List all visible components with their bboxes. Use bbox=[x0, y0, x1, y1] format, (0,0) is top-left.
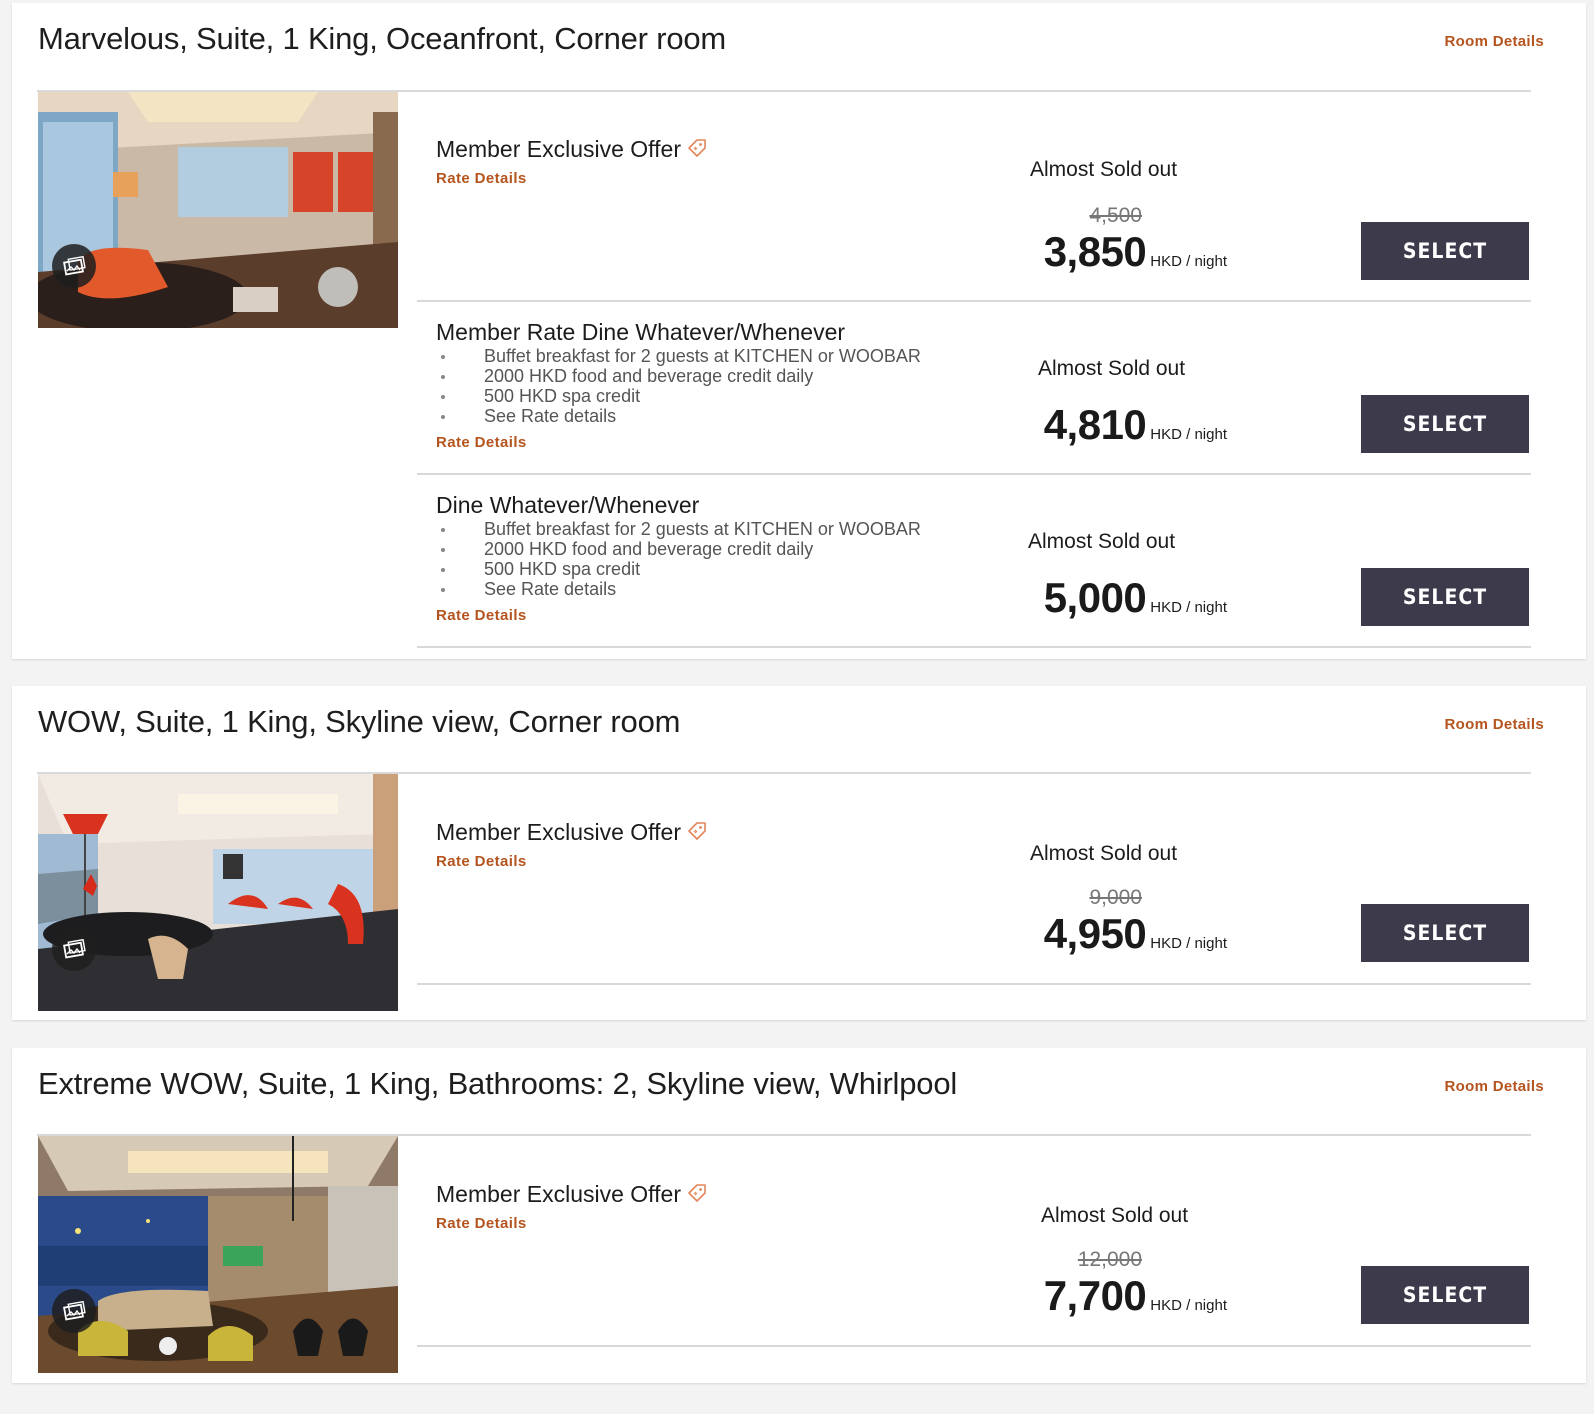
inclusion-item: See Rate details bbox=[436, 406, 921, 426]
tag-icon bbox=[685, 137, 709, 167]
price: 4,950 bbox=[1043, 910, 1147, 957]
room-details-link[interactable]: Room Details bbox=[1445, 1078, 1544, 1095]
price-row: 5,000 HKD / night bbox=[1022, 574, 1227, 622]
rate-name: Member Exclusive Offer bbox=[436, 1181, 709, 1212]
inclusion-item: See Rate details bbox=[436, 579, 921, 599]
rate-name: Dine Whatever/Whenever bbox=[436, 492, 700, 518]
gallery-button[interactable] bbox=[52, 1289, 96, 1333]
divider bbox=[417, 983, 1531, 985]
room-photo-image bbox=[38, 774, 398, 1011]
rate-name: Member Rate Dine Whatever/Whenever bbox=[436, 319, 846, 345]
select-button[interactable]: SELECT bbox=[1361, 395, 1529, 453]
select-button[interactable]: SELECT bbox=[1361, 568, 1529, 626]
rate-name: Member Exclusive Offer bbox=[436, 819, 709, 850]
price: 5,000 bbox=[1043, 574, 1147, 621]
inclusion-item: 2000 HKD food and beverage credit daily bbox=[436, 539, 921, 559]
room-card-extreme-wow: Extreme WOW, Suite, 1 King, Bathrooms: 2… bbox=[12, 1048, 1586, 1383]
divider bbox=[417, 473, 1531, 475]
select-button[interactable]: SELECT bbox=[1361, 1266, 1529, 1324]
price-unit: HKD / night bbox=[1150, 1297, 1227, 1314]
select-button[interactable]: SELECT bbox=[1361, 904, 1529, 962]
inclusion-item: Buffet breakfast for 2 guests at KITCHEN… bbox=[436, 346, 921, 366]
original-price: 12,000 bbox=[1077, 1248, 1142, 1271]
price-row: 4,810 HKD / night bbox=[1022, 401, 1227, 449]
divider bbox=[417, 300, 1531, 302]
price-unit: HKD / night bbox=[1150, 253, 1227, 270]
rate-details-link[interactable]: Rate Details bbox=[436, 170, 527, 187]
inclusions-list: Buffet breakfast for 2 guests at KITCHEN… bbox=[436, 346, 921, 426]
price: 3,850 bbox=[1043, 228, 1147, 275]
rate-details-link[interactable]: Rate Details bbox=[436, 853, 527, 870]
room-title: WOW, Suite, 1 King, Skyline view, Corner… bbox=[38, 704, 681, 739]
tag-icon bbox=[685, 820, 709, 850]
original-price: 9,000 bbox=[1089, 886, 1142, 909]
price-row: 4,950 HKD / night bbox=[1022, 910, 1227, 958]
rate-details-link[interactable]: Rate Details bbox=[436, 1215, 527, 1232]
room-photo-image bbox=[38, 92, 398, 328]
room-photo[interactable] bbox=[38, 774, 398, 1011]
rate-details-link[interactable]: Rate Details bbox=[436, 607, 527, 624]
inclusion-item: Buffet breakfast for 2 guests at KITCHEN… bbox=[436, 519, 921, 539]
inclusion-item: 500 HKD spa credit bbox=[436, 386, 921, 406]
original-price: 4,500 bbox=[1089, 204, 1142, 227]
room-details-link[interactable]: Room Details bbox=[1445, 33, 1544, 50]
price-unit: HKD / night bbox=[1150, 935, 1227, 952]
inclusion-item: 500 HKD spa credit bbox=[436, 559, 921, 579]
room-card-marvelous: Marvelous, Suite, 1 King, Oceanfront, Co… bbox=[12, 3, 1586, 659]
tag-icon bbox=[685, 1182, 709, 1212]
room-details-link[interactable]: Room Details bbox=[1445, 716, 1544, 733]
room-title: Extreme WOW, Suite, 1 King, Bathrooms: 2… bbox=[38, 1066, 958, 1101]
price-unit: HKD / night bbox=[1150, 599, 1227, 616]
divider bbox=[417, 646, 1531, 648]
availability-text: Almost Sold out bbox=[1028, 530, 1176, 553]
rate-details-link[interactable]: Rate Details bbox=[436, 434, 527, 451]
rate-name: Member Exclusive Offer bbox=[436, 136, 709, 167]
inclusion-item: 2000 HKD food and beverage credit daily bbox=[436, 366, 921, 386]
price: 7,700 bbox=[1043, 1272, 1147, 1319]
price-unit: HKD / night bbox=[1150, 426, 1227, 443]
availability-text: Almost Sold out bbox=[1030, 842, 1178, 865]
price: 4,810 bbox=[1043, 401, 1147, 448]
divider bbox=[417, 1345, 1531, 1347]
availability-text: Almost Sold out bbox=[1038, 357, 1186, 380]
inclusions-list: Buffet breakfast for 2 guests at KITCHEN… bbox=[436, 519, 921, 599]
price-row: 3,850 HKD / night bbox=[1022, 228, 1227, 276]
room-photo-image bbox=[38, 1136, 398, 1373]
room-photo[interactable] bbox=[38, 1136, 398, 1373]
room-title: Marvelous, Suite, 1 King, Oceanfront, Co… bbox=[38, 21, 727, 56]
room-card-wow: WOW, Suite, 1 King, Skyline view, Corner… bbox=[12, 686, 1586, 1020]
gallery-icon bbox=[63, 256, 86, 276]
select-button[interactable]: SELECT bbox=[1361, 222, 1529, 280]
gallery-icon bbox=[63, 1301, 86, 1321]
room-photo[interactable] bbox=[38, 92, 398, 328]
gallery-button[interactable] bbox=[52, 244, 96, 288]
gallery-button[interactable] bbox=[52, 927, 96, 971]
availability-text: Almost Sold out bbox=[1041, 1204, 1189, 1227]
gallery-icon bbox=[63, 939, 86, 959]
availability-text: Almost Sold out bbox=[1030, 158, 1178, 181]
price-row: 7,700 HKD / night bbox=[1022, 1272, 1227, 1320]
